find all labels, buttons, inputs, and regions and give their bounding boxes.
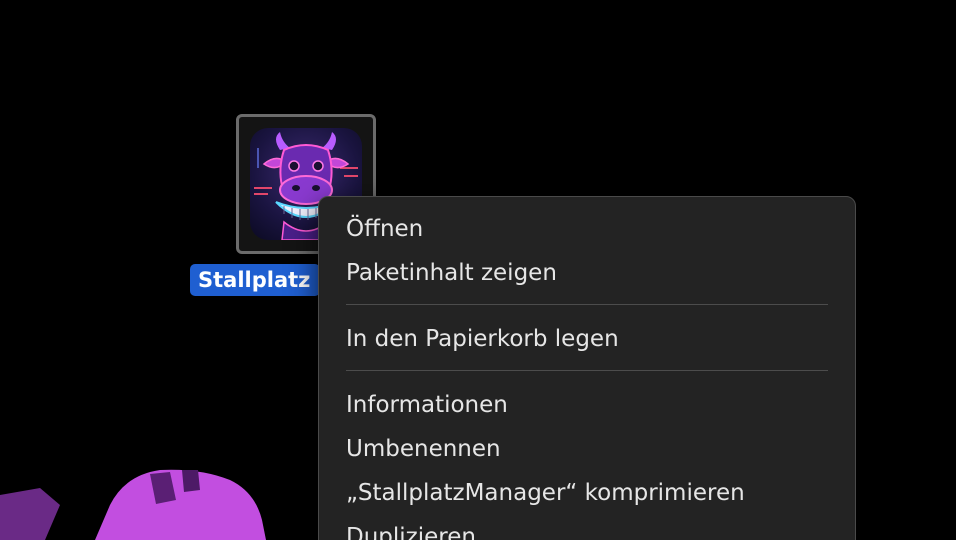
menu-item-compress[interactable]: „StallplatzManager“ komprimieren (346, 473, 828, 513)
menu-separator (346, 304, 828, 305)
menu-separator (346, 370, 828, 371)
menu-item-rename[interactable]: Umbenennen (346, 429, 828, 469)
app-name-label[interactable]: Stallplatz (190, 264, 320, 296)
menu-item-move-to-trash[interactable]: In den Papierkorb legen (346, 319, 828, 359)
wallpaper-art (0, 469, 266, 540)
menu-item-duplicate[interactable]: Duplizieren (346, 517, 828, 540)
menu-item-open[interactable]: Öffnen (346, 209, 828, 249)
menu-item-show-package-contents[interactable]: Paketinhalt zeigen (346, 253, 828, 293)
menu-item-get-info[interactable]: Informationen (346, 385, 828, 425)
desktop: Stallplatz Öffnen Paketinhalt zeigen In … (0, 0, 956, 540)
context-menu: Öffnen Paketinhalt zeigen In den Papierk… (318, 196, 856, 540)
